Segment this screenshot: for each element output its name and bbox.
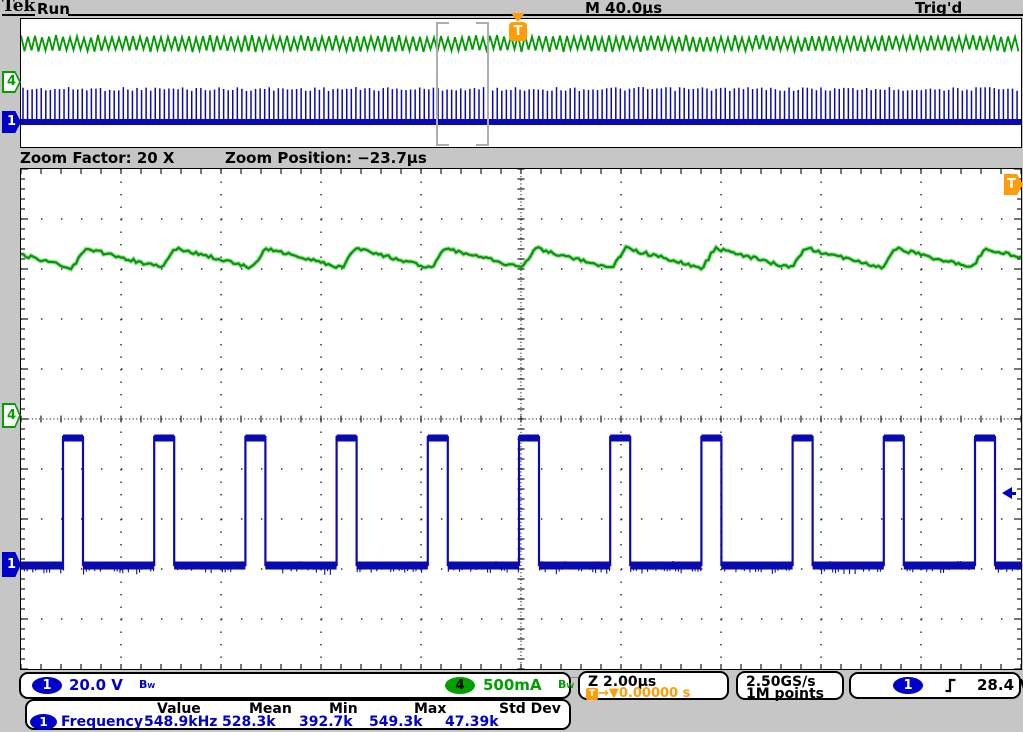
measurement-stddev: 47.39k: [445, 714, 499, 730]
zoom-info-bar: Zoom Factor: 20 X Zoom Position: −23.7µs: [0, 148, 1023, 168]
measurement-header-stddev: Std Dev: [499, 701, 561, 717]
measurement-source-chip: 1: [30, 714, 57, 730]
channel1-marker-overview[interactable]: 1: [2, 111, 21, 133]
channel4-marker-zoom[interactable]: 4: [2, 403, 21, 428]
channel4-marker-label: 4: [2, 71, 21, 93]
trigger-t-icon: T: [586, 688, 598, 700]
zoom-waveform-display: [21, 169, 1021, 669]
channel1-scale-readout[interactable]: 20.0 V: [69, 676, 123, 694]
channel4-chip[interactable]: 4: [445, 677, 475, 694]
trigger-level-arrow-icon[interactable]: [1002, 487, 1017, 500]
measurement-max: 549.3k: [369, 714, 423, 730]
measurement-value: 548.9kHz: [144, 714, 217, 730]
acquisition-status: Run: [37, 0, 70, 18]
rising-edge-icon: [944, 677, 957, 694]
trigger-level-readout: 28.4 V: [977, 676, 1023, 694]
trigger-arrows-icon: →▼: [598, 686, 619, 701]
channel1-marker-label: 1: [2, 552, 21, 577]
zoom-factor-readout: Zoom Factor: 20 X: [20, 149, 174, 167]
channel-readouts-box[interactable]: 1 20.0 V BW 4 500mA BW: [19, 672, 571, 699]
zoom-position-readout: Zoom Position: −23.7µs: [225, 149, 427, 167]
oscilloscope-screen: Tek Run M 40.0µs Trig'd T Zoom Factor: 2…: [0, 0, 1023, 732]
channel1-marker-zoom[interactable]: 1: [2, 552, 21, 577]
channel4-marker-label: 4: [2, 403, 21, 428]
topbar-divider: [68, 14, 1023, 16]
trigger-time-value: 0.00000 s: [619, 686, 690, 701]
zoom-window-bracket[interactable]: [436, 22, 489, 146]
trigger-source-chip: 1: [893, 677, 923, 694]
timebase-readout: M 40.0µs: [585, 0, 662, 17]
trigger-readout-box[interactable]: 1 28.4 V: [849, 672, 1021, 699]
record-length-readout: 1M points: [746, 686, 824, 702]
channel1-chip[interactable]: 1: [32, 677, 62, 694]
tek-logo: Tek: [2, 0, 35, 16]
channel1-marker-label: 1: [2, 111, 21, 133]
zoom-window-left-bracket[interactable]: [436, 22, 449, 146]
trigger-position-marker[interactable]: T: [509, 13, 528, 42]
trigger-position-arrow-icon: [511, 13, 525, 22]
zoom-window-right-bracket[interactable]: [476, 22, 489, 146]
channel4-scale-readout[interactable]: 500mA: [483, 676, 542, 694]
trigger-status: Trig'd: [915, 0, 962, 17]
measurement-name: Frequency: [61, 714, 143, 730]
trigger-level-arrow-tail: [1011, 492, 1016, 495]
acquisition-readout-box[interactable]: 2.50GS/s 1M points: [736, 671, 844, 700]
channel4-bandwidth-icon: BW: [558, 678, 574, 691]
measurement-panel[interactable]: Value Mean Min Max Std Dev 1 Frequency 5…: [25, 699, 571, 730]
zoom-waveform-panel: [20, 168, 1022, 670]
trigger-time-readout: T→▼0.00000 s: [586, 686, 690, 701]
measurement-mean: 528.3k: [222, 714, 276, 730]
trigger-t-icon: T: [509, 22, 527, 41]
horizontal-zoom-readout-box[interactable]: Z 2.00µs T→▼0.00000 s: [578, 671, 729, 700]
channel4-marker-overview[interactable]: 4: [2, 71, 21, 93]
channel1-bandwidth-icon: BW: [139, 678, 155, 691]
measurement-min: 392.7k: [299, 714, 353, 730]
